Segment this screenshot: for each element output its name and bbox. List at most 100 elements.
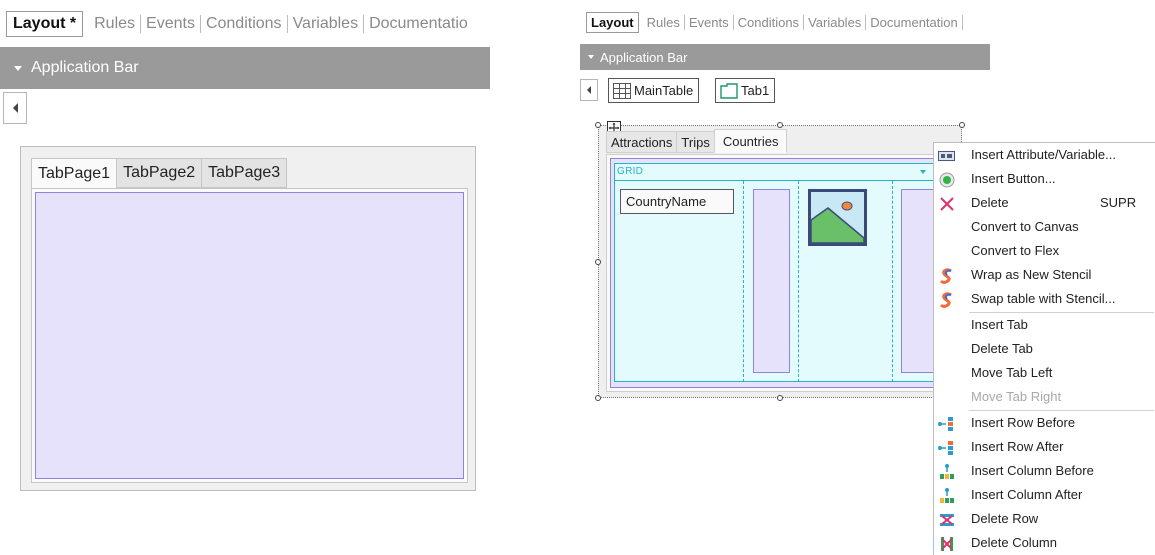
tab-page-trips[interactable]: Trips [676, 131, 715, 153]
tab-variables[interactable]: Variables [804, 14, 867, 30]
menu-item-label: Swap table with Stencil... [971, 291, 1116, 306]
tab-page-attractions[interactable]: Attractions [606, 131, 678, 153]
menu-delete-row[interactable]: Delete Row [934, 507, 1155, 531]
menu-item-label: Insert Tab [971, 317, 1028, 332]
tab-events[interactable]: Events [141, 15, 201, 33]
insert-column-icon [938, 487, 955, 504]
insert-row-icon [938, 439, 955, 456]
menu-delete-column[interactable]: Delete Column [934, 531, 1155, 555]
tab-documentation[interactable]: Documentatio [364, 15, 473, 33]
context-menu: Insert Attribute/Variable... Insert Butt… [933, 142, 1155, 555]
menu-item-label: Delete Tab [971, 341, 1033, 356]
stencil-icon [938, 267, 955, 284]
resize-handle[interactable] [595, 395, 601, 401]
grid-cell-placeholder[interactable] [753, 189, 790, 373]
tab-page-table[interactable] [35, 192, 464, 479]
application-bar[interactable]: Application Bar [0, 47, 490, 89]
menu-insert-tab[interactable]: Insert Tab [934, 313, 1155, 337]
menu-item-label: Delete Row [971, 511, 1039, 526]
image-placeholder-icon[interactable] [808, 189, 867, 246]
menu-item-label: Delete [971, 195, 1009, 210]
tab-strip: TabPage1 TabPage2 TabPage3 [31, 158, 288, 189]
insert-column-icon [938, 463, 955, 480]
menu-move-tab-left[interactable]: Move Tab Left [934, 361, 1155, 385]
chevron-down-icon[interactable] [920, 170, 926, 174]
application-bar[interactable]: Application Bar [580, 44, 990, 70]
tab-conditions[interactable]: Conditions [734, 14, 805, 30]
breadcrumb-main-table[interactable]: MainTable [608, 78, 700, 103]
attribute-variable-icon [938, 147, 955, 164]
menu-delete-tab[interactable]: Delete Tab [934, 337, 1155, 361]
tab-layout[interactable]: Layout * [6, 11, 84, 37]
editor-tab-bar: Layout * Rules Events Conditions Variabl… [6, 8, 473, 40]
country-name-field[interactable]: CountryName [620, 189, 734, 214]
stencil-icon [938, 291, 955, 308]
tab-layout[interactable]: Layout [586, 11, 639, 33]
insert-row-icon [938, 415, 955, 432]
menu-insert-row-after[interactable]: Insert Row After [934, 435, 1155, 459]
menu-insert-row-before[interactable]: Insert Row Before [934, 411, 1155, 435]
menu-insert-button[interactable]: Insert Button... [934, 167, 1155, 191]
tab-rules[interactable]: Rules [89, 15, 142, 33]
application-bar-label: Application Bar [31, 59, 139, 76]
tab-page-countries[interactable]: Countries [713, 129, 788, 153]
editor-tab-bar: Layout Rules Events Conditions Variables… [586, 10, 963, 34]
menu-item-label: Wrap as New Stencil [971, 267, 1092, 282]
menu-convert-to-flex[interactable]: Convert to Flex [934, 239, 1155, 263]
menu-item-label: Move Tab Right [971, 389, 1062, 404]
tab-page-content [31, 188, 468, 483]
back-button[interactable] [580, 79, 598, 101]
resize-handle[interactable] [777, 395, 783, 401]
menu-item-label: Insert Button... [971, 171, 1056, 186]
tab-page-1[interactable]: TabPage1 [31, 158, 118, 189]
tab-icon [720, 82, 738, 99]
breadcrumb-tab-label: Tab1 [741, 83, 770, 98]
chevron-down-icon [14, 65, 22, 71]
menu-insert-column-before[interactable]: Insert Column Before [934, 459, 1155, 483]
delete-column-icon [938, 535, 955, 552]
menu-item-label: Insert Row After [971, 439, 1064, 454]
resize-handle[interactable] [959, 122, 965, 128]
menu-convert-to-canvas[interactable]: Convert to Canvas [934, 215, 1155, 239]
button-icon [938, 171, 955, 188]
menu-insert-column-after[interactable]: Insert Column After [934, 483, 1155, 507]
resize-handle[interactable] [777, 122, 783, 128]
menu-item-label: Insert Column After [971, 487, 1083, 502]
chevron-left-icon [587, 86, 591, 94]
chevron-left-icon [12, 103, 18, 113]
menu-item-label: Delete Column [971, 535, 1057, 550]
tab-page-2[interactable]: TabPage2 [116, 158, 203, 188]
tab-strip: Attractions Trips Countries [606, 129, 788, 153]
grid-column-divider [892, 181, 893, 382]
resize-handle[interactable] [595, 259, 601, 265]
menu-item-label: Insert Row Before [971, 415, 1076, 430]
delete-row-icon [938, 511, 955, 528]
grid-header-divider [615, 180, 935, 181]
menu-item-label: Convert to Flex [971, 243, 1060, 258]
right-layout-editor: Layout Rules Events Conditions Variables… [580, 0, 1155, 555]
resize-handle[interactable] [595, 122, 601, 128]
tab-variables[interactable]: Variables [288, 15, 365, 33]
menu-insert-attribute-variable[interactable]: Insert Attribute/Variable... [934, 143, 1155, 167]
breadcrumb-tab[interactable]: Tab1 [715, 78, 776, 103]
menu-item-label: Move Tab Left [971, 365, 1053, 380]
tab-conditions[interactable]: Conditions [201, 15, 288, 33]
table-icon [613, 82, 631, 99]
chevron-down-icon [588, 55, 594, 59]
breadcrumb-main-table-label: MainTable [634, 83, 694, 98]
grid-column-divider [798, 181, 799, 382]
tab-page-3[interactable]: TabPage3 [201, 158, 288, 188]
grid-column-divider [743, 181, 744, 382]
menu-wrap-as-new-stencil[interactable]: Wrap as New Stencil [934, 263, 1155, 287]
menu-swap-table-with-stencil[interactable]: Swap table with Stencil... [934, 287, 1155, 311]
menu-item-label: Insert Attribute/Variable... [971, 147, 1116, 162]
back-button[interactable] [3, 92, 27, 124]
grid-label: GRID [617, 166, 644, 177]
menu-delete[interactable]: Delete SUPR [934, 191, 1155, 215]
delete-x-icon [938, 195, 955, 212]
menu-item-shortcut: SUPR [1100, 195, 1137, 210]
tab-documentation[interactable]: Documentation [866, 14, 963, 30]
tab-events[interactable]: Events [685, 14, 734, 30]
menu-item-label: Convert to Canvas [971, 219, 1079, 234]
tab-rules[interactable]: Rules [643, 14, 685, 30]
